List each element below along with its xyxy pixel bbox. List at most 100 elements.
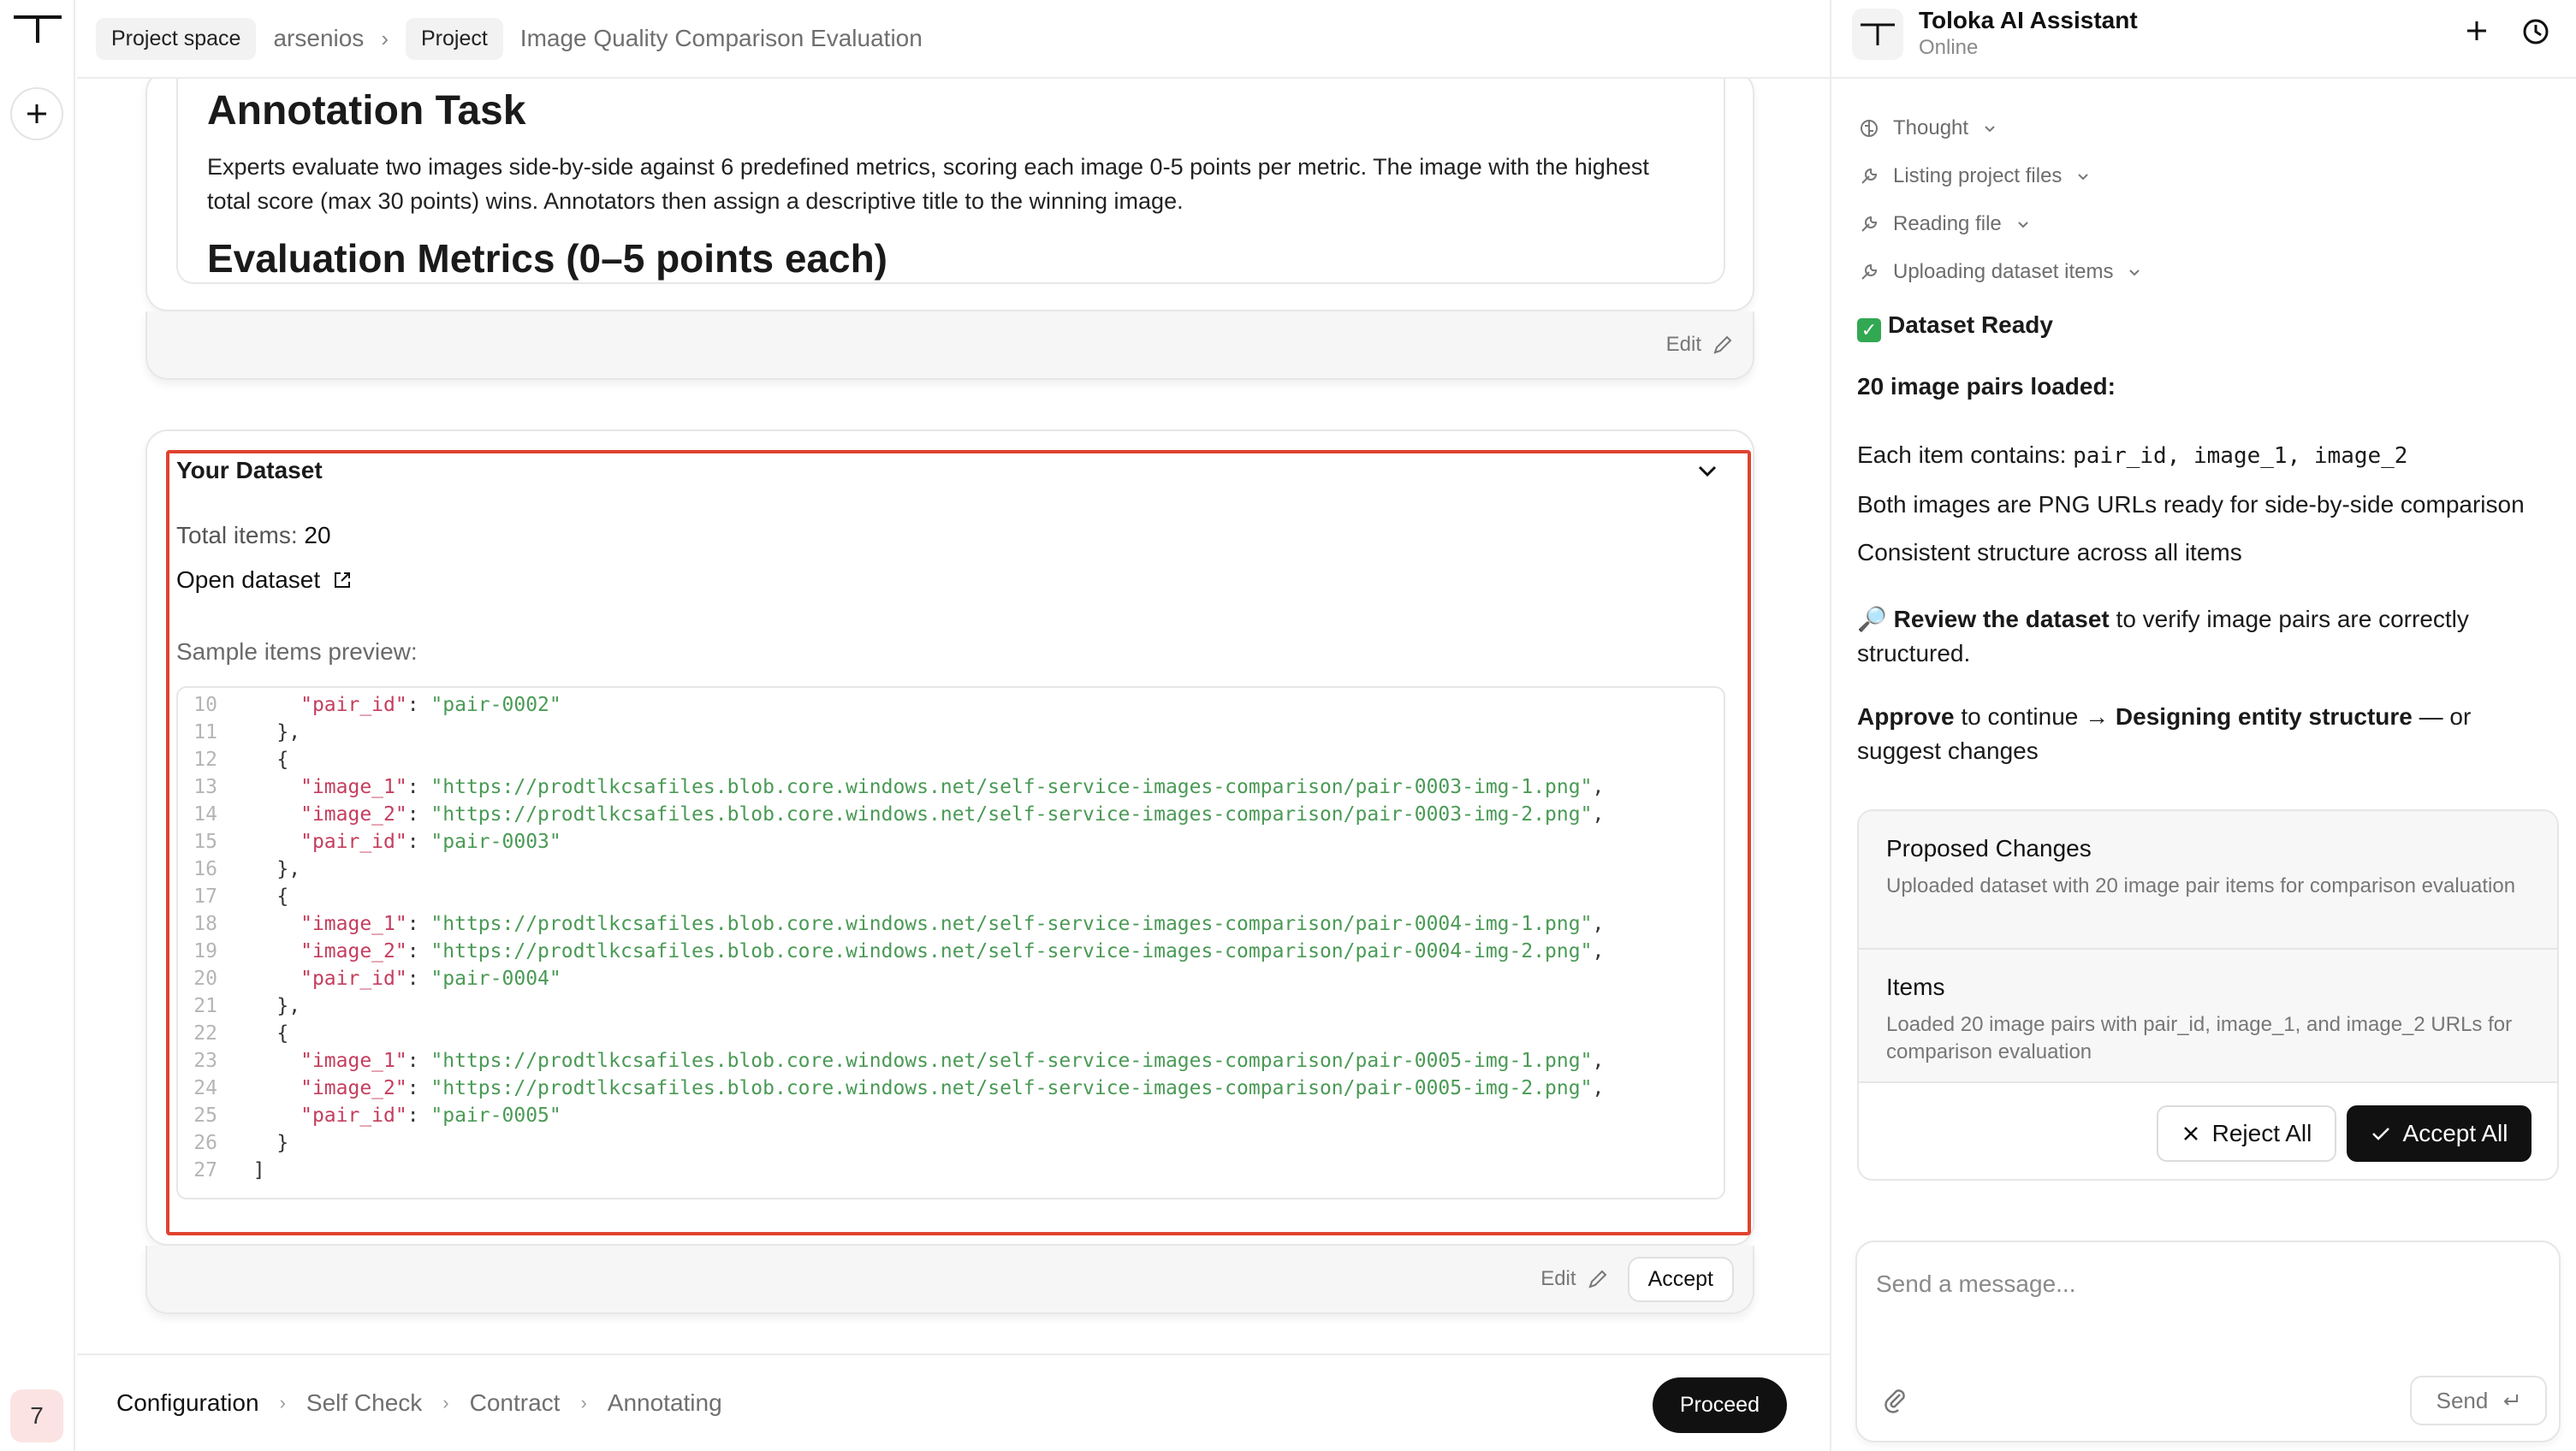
json-key: "pair_id" xyxy=(300,694,407,716)
step-self-check[interactable]: Self Check xyxy=(306,1389,422,1417)
proposed-changes-section: Proposed Changes Uploaded dataset with 2… xyxy=(1859,811,2557,950)
line-number: 13 xyxy=(193,776,217,798)
code-text: "image_1": "https://prodtlkcsafiles.blob… xyxy=(229,773,1604,801)
code-line: 27 ] xyxy=(178,1157,1724,1184)
line-number: 14 xyxy=(193,803,217,826)
json-value: "https://prodtlkcsafiles.blob.core.windo… xyxy=(430,913,1593,935)
chevron-right-icon: › xyxy=(279,1392,286,1413)
code-line: 22 { xyxy=(178,1020,1724,1047)
json-tail: , xyxy=(1592,803,1605,826)
dataset-card-footer: Edit Accept xyxy=(145,1246,1754,1314)
dataset-accept-button[interactable]: Accept xyxy=(1627,1256,1734,1302)
tool-label: Reading file xyxy=(1893,212,2002,235)
json-value: "pair-0005" xyxy=(430,1105,561,1127)
json-colon: : xyxy=(407,913,431,935)
proposed-changes-card: Proposed Changes Uploaded dataset with 2… xyxy=(1857,809,2559,1181)
line-number: 12 xyxy=(193,749,217,771)
code-line: 10 "pair_id": "pair-0002" xyxy=(178,691,1724,719)
send-button[interactable]: Send xyxy=(2410,1376,2547,1425)
line-number: 17 xyxy=(193,885,217,908)
workspace-crumb[interactable]: arsenios xyxy=(273,25,364,52)
json-punct: { xyxy=(276,1022,289,1045)
open-dataset-link[interactable]: Open dataset xyxy=(176,566,353,594)
project-chip[interactable]: Project xyxy=(405,17,503,60)
magnifier-icon: 🔎 xyxy=(1857,606,1887,632)
tool-thought[interactable]: Thought xyxy=(1859,116,1997,140)
code-text: "image_2": "https://prodtlkcsafiles.blob… xyxy=(229,938,1604,965)
code-line: 26 } xyxy=(178,1129,1724,1157)
line-number: 21 xyxy=(193,995,217,1017)
tool-label: Thought xyxy=(1893,116,1969,139)
accept-all-button[interactable]: Accept All xyxy=(2347,1105,2531,1162)
code-line: 19 "image_2": "https://prodtlkcsafiles.b… xyxy=(178,938,1724,965)
reject-label: Reject All xyxy=(2211,1120,2312,1146)
review-bold: Review the dataset xyxy=(1893,606,2110,632)
wrench-icon xyxy=(1861,264,1878,280)
tool-reading-file[interactable]: Reading file xyxy=(1859,212,2031,236)
tool-listing-files[interactable]: Listing project files xyxy=(1859,164,2091,188)
annotation-edit-button[interactable]: Edit xyxy=(1666,333,1734,357)
line-number: 23 xyxy=(193,1050,217,1072)
brain-icon xyxy=(1861,120,1878,137)
json-punct: }, xyxy=(276,995,301,1017)
line-number: 15 xyxy=(193,831,217,853)
code-line: 25 "pair_id": "pair-0005" xyxy=(178,1102,1724,1129)
json-value: "https://prodtlkcsafiles.blob.core.windo… xyxy=(430,776,1593,798)
line-number: 11 xyxy=(193,721,217,743)
tool-label: Listing project files xyxy=(1893,164,2063,187)
edit-label: Edit xyxy=(1665,333,1701,356)
history-clock-icon[interactable] xyxy=(2521,17,2550,46)
paperclip-icon[interactable] xyxy=(1881,1386,1910,1415)
new-chat-plus-icon[interactable] xyxy=(2463,17,2490,44)
json-key: "image_2" xyxy=(300,940,407,962)
check-icon: ✓ xyxy=(1857,318,1881,342)
step-annotating[interactable]: Annotating xyxy=(608,1389,722,1417)
ready-title: Dataset Ready xyxy=(1888,311,2053,338)
dataset-title: Your Dataset xyxy=(176,457,323,483)
code-text: "pair_id": "pair-0002" xyxy=(229,691,561,719)
toloka-logo-icon[interactable] xyxy=(12,14,63,44)
json-key: "pair_id" xyxy=(300,1105,407,1127)
notification-badge[interactable]: 7 xyxy=(10,1389,63,1442)
code-line: 12 { xyxy=(178,746,1724,773)
code-text: }, xyxy=(229,992,300,1020)
tool-uploading-items[interactable]: Uploading dataset items xyxy=(1859,260,2142,284)
assistant-header: Toloka AI Assistant Online xyxy=(1831,0,2576,79)
code-text: "pair_id": "pair-0003" xyxy=(229,828,561,856)
approve-message: Approve to continue → Designing entity s… xyxy=(1857,700,2559,768)
step-contract[interactable]: Contract xyxy=(470,1389,561,1417)
project-space-chip[interactable]: Project space xyxy=(96,17,257,60)
json-key: "image_1" xyxy=(300,1050,407,1072)
proceed-button[interactable]: Proceed xyxy=(1652,1377,1787,1433)
json-key: "image_2" xyxy=(300,1077,407,1099)
chevron-down-icon[interactable] xyxy=(1695,459,1720,484)
json-colon: : xyxy=(407,831,431,853)
reject-all-button[interactable]: Reject All xyxy=(2157,1105,2336,1162)
json-key: "image_1" xyxy=(300,913,407,935)
code-text: "image_2": "https://prodtlkcsafiles.blob… xyxy=(229,1075,1604,1102)
json-colon: : xyxy=(407,968,431,990)
edit-label: Edit xyxy=(1540,1267,1576,1290)
annotation-card-footer: Edit xyxy=(145,311,1754,380)
approve-mid: to continue → xyxy=(1954,703,2116,730)
dataset-edit-button[interactable]: Edit xyxy=(1540,1267,1608,1291)
step-configuration[interactable]: Configuration xyxy=(116,1389,259,1417)
close-icon xyxy=(2183,1127,2198,1140)
message-input[interactable] xyxy=(1876,1263,2526,1306)
sample-code-preview[interactable]: 10 "pair_id": "pair-0002" 11 }, 12 {13 "im… xyxy=(176,686,1725,1199)
line-number: 25 xyxy=(193,1105,217,1127)
code-text: "image_1": "https://prodtlkcsafiles.blob… xyxy=(229,910,1604,938)
assistant-status: Online xyxy=(1919,36,1979,59)
contains-line: Each item contains: pair_id, image_1, im… xyxy=(1857,438,2559,473)
new-project-button[interactable] xyxy=(10,87,63,140)
chevron-down-icon xyxy=(1985,126,1995,133)
line-number: 18 xyxy=(193,913,217,935)
code-line: 13 "image_1": "https://prodtlkcsafiles.b… xyxy=(178,773,1724,801)
accept-all-label: Accept All xyxy=(2402,1120,2508,1146)
dataset-total: Total items: 20 xyxy=(176,522,331,549)
line-number: 10 xyxy=(193,694,217,716)
